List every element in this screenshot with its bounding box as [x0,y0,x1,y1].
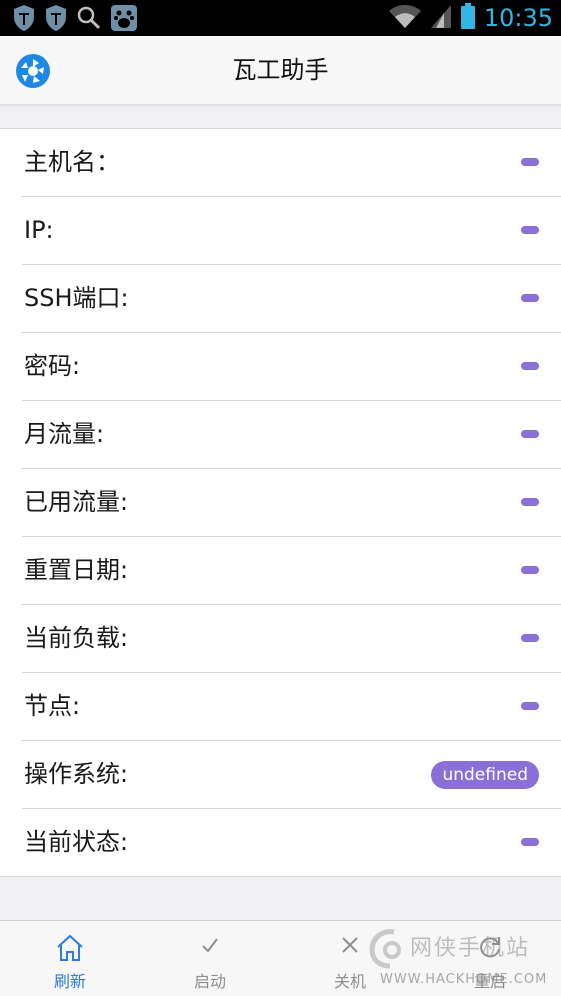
tab-label: 关机 [333,972,366,991]
tab-start[interactable]: 启动 [140,921,280,996]
app-header: 瓦工助手 [0,36,561,105]
tab-refresh[interactable]: 刷新 [0,921,140,996]
signal-icon [430,3,452,33]
page-title: 瓦工助手 [232,56,329,84]
info-label: 重置日期: [24,556,129,584]
tab-label: 重启 [473,972,506,991]
battery-icon [460,2,476,34]
value-badge [521,634,539,642]
info-row-password: 密码: [22,333,561,401]
info-row-monthly-traffic: 月流量: [22,401,561,469]
info-label: 密码: [24,352,81,380]
value-badge [521,362,539,370]
info-label: IP: [24,216,54,244]
tab-label: 刷新 [53,972,86,991]
search-icon [76,5,102,35]
shield-icon [44,4,68,36]
tab-restart[interactable]: 重启 [420,921,560,996]
os-value-badge: undefined [431,761,539,789]
info-label: 节点: [24,692,81,720]
baidu-icon [110,4,138,36]
close-icon [338,933,362,961]
info-label: 主机名： [24,148,120,176]
info-label: 当前状态: [24,828,129,856]
info-label: 当前负载: [24,624,129,652]
restart-icon [476,933,504,965]
value-badge [521,226,539,234]
value-badge [521,838,539,846]
status-system: 10:35 [388,2,553,34]
info-label: 操作系统: [24,760,129,788]
bottom-tab-bar: 刷新 启动 关机 重启 [0,920,561,996]
tab-label: 启动 [193,972,226,991]
shield-icon [12,4,36,36]
info-row-reset-date: 重置日期: [22,537,561,605]
info-row-ssh-port: SSH端口: [22,265,561,333]
info-label: 已用流量: [24,488,129,516]
status-time: 10:35 [483,4,553,32]
status-notifications [12,4,138,36]
tab-shutdown[interactable]: 关机 [280,921,420,996]
info-row-used-traffic: 已用流量: [22,469,561,537]
status-bar: 10:35 [0,0,561,36]
info-row-os: 操作系统: undefined [22,741,561,809]
value-badge [521,158,539,166]
info-row-ip: IP: [22,197,561,265]
wifi-icon [388,3,422,33]
value-badge [521,702,539,710]
info-row-current-status: 当前状态: [22,809,561,876]
home-icon [55,933,85,967]
info-label: SSH端口: [24,284,129,312]
server-info-list: 主机名： IP: SSH端口: 密码: 月流量: 已用流量: 重置日期: 当前负… [0,128,561,877]
info-row-hostname: 主机名： [22,129,561,197]
value-badge [521,430,539,438]
info-label: 月流量: [24,420,105,448]
value-badge [521,566,539,574]
value-badge [521,294,539,302]
check-icon [198,933,222,961]
info-row-current-load: 当前负载: [22,605,561,673]
info-row-node: 节点: [22,673,561,741]
value-badge [521,498,539,506]
